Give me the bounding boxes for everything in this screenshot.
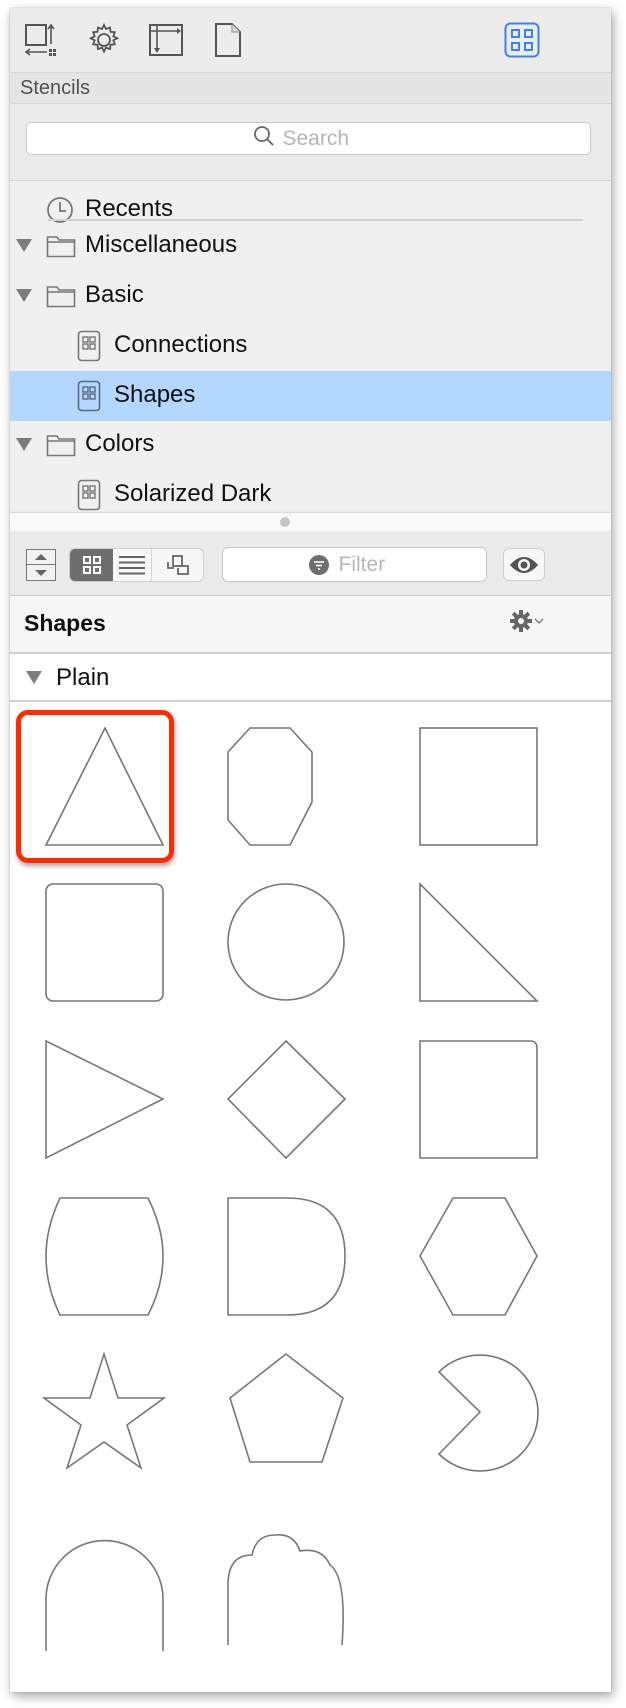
shape-cloud[interactable] bbox=[212, 1491, 372, 1651]
stepper-divider bbox=[27, 564, 55, 565]
view-options-bar bbox=[10, 531, 611, 596]
source-item-label: Basic bbox=[85, 281, 144, 308]
search-area bbox=[10, 104, 611, 181]
group-label: Plain bbox=[56, 664, 110, 691]
grid-view-icon bbox=[82, 556, 101, 574]
shape-group-plain[interactable]: Plain bbox=[10, 654, 611, 702]
shape-semi-circle[interactable] bbox=[20, 1491, 180, 1651]
stencils-panel: Stencils Recents bbox=[10, 8, 611, 1692]
document-icon[interactable] bbox=[208, 22, 248, 58]
layout-icon[interactable] bbox=[146, 22, 186, 58]
folder-icon bbox=[46, 234, 76, 258]
shape-pentagon[interactable] bbox=[212, 1334, 372, 1494]
eye-icon bbox=[510, 556, 538, 573]
inspector-toolbar bbox=[10, 8, 611, 73]
outline-view-icon bbox=[166, 555, 189, 575]
list-view-icon bbox=[119, 556, 145, 575]
chevron-down-icon bbox=[35, 570, 47, 576]
split-view-divider[interactable] bbox=[10, 512, 611, 532]
gear-icon[interactable] bbox=[84, 22, 124, 58]
filter-icon bbox=[308, 554, 329, 575]
shape-square[interactable] bbox=[405, 708, 565, 868]
chevron-down-icon bbox=[534, 618, 544, 624]
stencil-header: Shapes bbox=[10, 596, 611, 654]
source-item-connections[interactable]: Connections bbox=[10, 321, 611, 371]
stencil-title: Shapes bbox=[24, 610, 106, 636]
disclosure-triangle-icon[interactable] bbox=[16, 239, 32, 252]
shape-d-shape[interactable] bbox=[212, 1178, 372, 1338]
source-item-label: Solarized Dark bbox=[114, 480, 272, 507]
shape-right-triangle[interactable] bbox=[405, 864, 565, 1024]
source-item-shapes[interactable]: Shapes bbox=[10, 371, 611, 421]
preview-toggle-button[interactable] bbox=[503, 548, 545, 581]
shape-hexagon[interactable] bbox=[405, 1178, 565, 1338]
source-item-colors[interactable]: Colors bbox=[10, 420, 611, 470]
resize-handle[interactable] bbox=[280, 517, 290, 527]
source-item-label: Connections bbox=[114, 331, 248, 358]
source-item-miscellaneous[interactable]: Miscellaneous bbox=[10, 221, 611, 271]
list-view-button[interactable] bbox=[113, 549, 152, 581]
search-input[interactable] bbox=[280, 125, 365, 152]
source-item-label: Miscellaneous bbox=[85, 231, 238, 258]
shapes-grid bbox=[10, 702, 611, 1692]
source-item-basic[interactable]: Basic bbox=[10, 271, 611, 321]
chevron-up-icon bbox=[35, 554, 47, 560]
filter-input[interactable] bbox=[336, 551, 401, 578]
shape-pac-man[interactable] bbox=[405, 1334, 565, 1494]
gear-icon bbox=[510, 610, 532, 632]
stencil-actions-menu[interactable] bbox=[510, 610, 544, 632]
shape-triangle-right[interactable] bbox=[20, 1021, 180, 1181]
canvas-size-icon[interactable] bbox=[22, 22, 62, 58]
expand-collapse-stepper[interactable] bbox=[26, 549, 56, 581]
stencil-icon bbox=[77, 380, 101, 412]
shape-octagon[interactable] bbox=[212, 708, 372, 868]
shape-diamond[interactable] bbox=[212, 1021, 372, 1181]
search-icon bbox=[253, 125, 275, 152]
stencil-icon bbox=[77, 479, 101, 511]
view-mode-segmented-control bbox=[69, 548, 204, 582]
folder-icon bbox=[46, 284, 76, 308]
folder-icon bbox=[46, 433, 76, 457]
stencils-grid-icon[interactable] bbox=[502, 22, 542, 58]
stencil-icon bbox=[77, 330, 101, 362]
shape-circle[interactable] bbox=[212, 864, 372, 1024]
shape-rounded-corner-square[interactable] bbox=[405, 1021, 565, 1181]
shape-triangle[interactable] bbox=[20, 708, 180, 868]
disclosure-triangle-icon[interactable] bbox=[16, 438, 32, 451]
source-item-label: Colors bbox=[85, 430, 155, 457]
search-field[interactable] bbox=[26, 122, 591, 155]
stencils-section-header: Stencils bbox=[10, 73, 611, 104]
disclosure-triangle-icon[interactable] bbox=[16, 289, 32, 302]
source-item-label: Shapes bbox=[114, 381, 196, 408]
shape-star[interactable] bbox=[20, 1334, 180, 1494]
stencils-title: Stencils bbox=[20, 77, 91, 99]
shape-rounded-rectangle[interactable] bbox=[20, 864, 180, 1024]
stencil-source-list: Recents Miscellaneous Basic Connections … bbox=[10, 181, 611, 511]
shape-barrel[interactable] bbox=[20, 1178, 180, 1338]
filter-field[interactable] bbox=[222, 547, 487, 582]
outline-view-button[interactable] bbox=[152, 549, 203, 581]
grid-view-button[interactable] bbox=[70, 549, 113, 581]
disclosure-triangle-icon[interactable] bbox=[26, 671, 42, 684]
